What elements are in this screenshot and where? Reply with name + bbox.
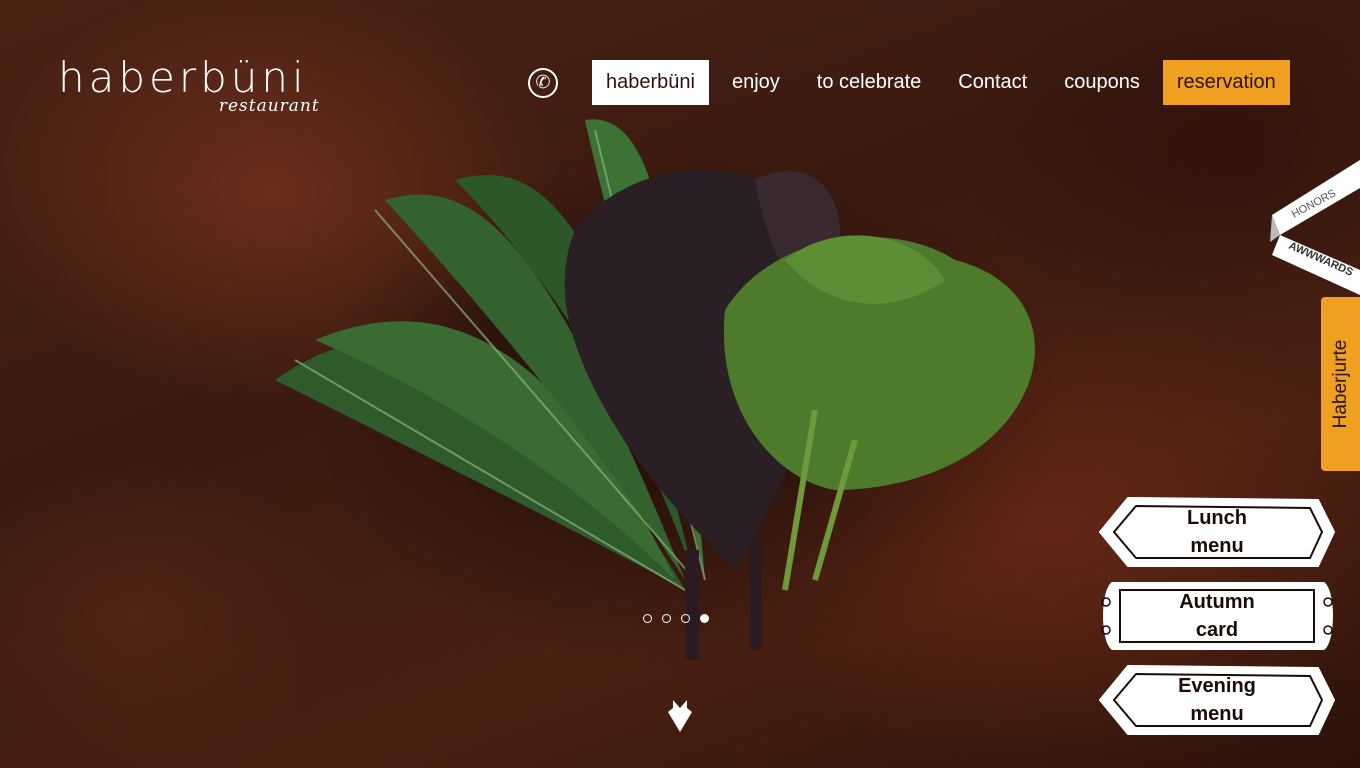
- side-tab-haberjurte[interactable]: Haberjurte: [1321, 297, 1360, 471]
- awwwards-honors-badge[interactable]: HONORS AWWWARDS: [1270, 160, 1360, 295]
- phone-icon[interactable]: ✆: [528, 68, 558, 98]
- evening-menu-button[interactable]: Evening menu: [1098, 664, 1336, 736]
- nav-item-enjoy[interactable]: enjoy: [718, 60, 794, 105]
- logo-name: haberbüni: [58, 53, 308, 102]
- evening-menu-label: Evening menu: [1178, 675, 1256, 725]
- logo[interactable]: haberbüni restaurant: [58, 53, 319, 117]
- arrow-down-icon[interactable]: [668, 698, 692, 734]
- nav-item-haberbuni[interactable]: haberbüni: [592, 60, 709, 105]
- lunch-menu-button[interactable]: Lunch menu: [1098, 496, 1336, 568]
- nav-item-to-celebrate[interactable]: to celebrate: [803, 60, 936, 105]
- reservation-button[interactable]: reservation: [1162, 60, 1290, 105]
- nav-item-coupons[interactable]: coupons: [1050, 60, 1154, 105]
- autumn-card-label: Autumn card: [1179, 591, 1255, 641]
- side-tab-label: Haberjurte: [1329, 339, 1351, 429]
- slider-dot[interactable]: [662, 614, 671, 623]
- main-nav: haberbüni enjoy to celebrate Contact cou…: [592, 60, 1290, 105]
- slider-dot[interactable]: [643, 614, 652, 623]
- slider-dot[interactable]: [681, 614, 690, 623]
- lunch-menu-label: Lunch menu: [1187, 507, 1247, 557]
- slider-dots: [643, 614, 709, 623]
- hero-kale-image: [275, 119, 1055, 670]
- ribbon-icon: HONORS AWWWARDS: [1270, 160, 1360, 295]
- nav-item-contact[interactable]: Contact: [944, 60, 1041, 105]
- autumn-card-button[interactable]: Autumn card: [1098, 580, 1336, 652]
- slider-dot-active[interactable]: [700, 614, 709, 623]
